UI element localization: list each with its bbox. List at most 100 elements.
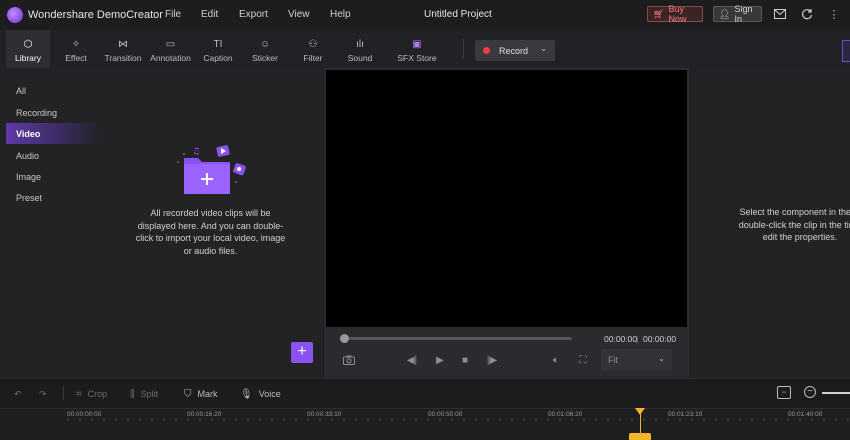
camera-icon[interactable] <box>342 353 356 367</box>
library-empty-line: or audio files. <box>183 245 238 256</box>
menu-file[interactable]: File <box>165 9 181 20</box>
library-sidebar: All Recording Video Audio Image Preset <box>0 68 100 378</box>
tab-annotation[interactable]: ▭ Annotation <box>148 30 193 68</box>
preview-scrubber[interactable] <box>342 337 572 340</box>
speech-bubble-icon: ▭ <box>165 39 176 50</box>
title-bar: Wondershare DemoCreator File Edit Export… <box>0 0 850 30</box>
buy-now-label: Buy Now <box>668 4 687 24</box>
text-icon: TI <box>213 39 223 50</box>
fullscreen-icon[interactable]: ⛶ <box>576 353 590 367</box>
stop-icon[interactable]: ■ <box>458 353 472 367</box>
sidebar-item-recording[interactable]: Recording <box>0 102 100 123</box>
crop-button[interactable]: ⌗ Crop <box>76 387 107 401</box>
properties-hint-line: edit the properties. <box>762 232 838 242</box>
library-empty-line: displayed here. And you can double- <box>137 220 284 231</box>
mark-label: Mark <box>197 389 218 399</box>
more-options-icon[interactable]: ⋮ <box>827 7 841 21</box>
sync-icon[interactable] <box>800 7 814 21</box>
undo-icon[interactable]: ↶ <box>14 387 22 401</box>
properties-hint-line: double-click the clip in the time <box>738 219 850 230</box>
properties-hint: Select the component in the pl double-cl… <box>715 206 850 244</box>
microphone-icon: 🎙︎ <box>240 388 253 400</box>
bowtie-icon: ⋈ <box>118 39 128 50</box>
sidebar-item-video[interactable]: Video <box>6 123 100 144</box>
cart-icon: 🛒︎ <box>653 8 665 19</box>
next-frame-icon[interactable]: |▶︎ <box>485 353 499 367</box>
tab-sound[interactable]: ılı Sound <box>343 30 377 68</box>
toolbar-divider <box>463 39 464 59</box>
zoom-slider[interactable] <box>822 392 850 394</box>
ruler-label: 00:01:40:00 <box>788 411 823 418</box>
split-icon: ⫼ <box>130 388 135 400</box>
mail-icon[interactable] <box>773 7 787 21</box>
library-empty-message: All recorded video clips will be display… <box>128 207 293 257</box>
menu-help[interactable]: Help <box>330 9 351 20</box>
ruler-label: 00:00:50:00 <box>428 411 463 418</box>
library-empty-line: click to import your local video, image <box>135 233 286 243</box>
export-edge-button[interactable] <box>842 40 850 62</box>
menu-edit[interactable]: Edit <box>201 9 218 20</box>
fit-select[interactable]: Fit ⌄ <box>601 349 672 370</box>
timeline-toolbar <box>0 378 850 408</box>
voice-label: Voice <box>258 389 281 399</box>
volume-icon[interactable]: 🔈︎ <box>549 353 563 367</box>
tab-library-label: Library <box>15 53 41 63</box>
zoom-out-icon[interactable]: − <box>804 386 816 398</box>
chevron-down-icon[interactable]: ⌄ <box>540 44 547 53</box>
timeline-ruler[interactable] <box>0 408 850 440</box>
voice-button[interactable]: 🎙︎ Voice <box>240 387 281 401</box>
timeline-divider <box>63 386 64 400</box>
library-empty-line: All recorded video clips will be <box>150 208 271 218</box>
tab-sticker-label: Sticker <box>252 53 278 63</box>
menu-view[interactable]: View <box>288 9 310 20</box>
tab-caption-label: Caption <box>203 53 233 63</box>
app-name: Wondershare DemoCreator <box>28 9 163 21</box>
tab-sticker[interactable]: ☺ Sticker <box>246 30 284 68</box>
tab-sfx-store[interactable]: ▣ SFX Store <box>397 30 437 68</box>
smiley-icon: ☺ <box>259 39 271 50</box>
sound-wave-icon: ılı <box>356 39 364 50</box>
redo-icon[interactable]: ↷ <box>39 387 47 401</box>
tab-effect[interactable]: ✧ Effect <box>55 30 97 68</box>
sidebar-item-audio[interactable]: Audio <box>0 145 100 166</box>
total-time: 00:00:00 <box>643 334 677 344</box>
tab-transition-label: Transition <box>104 53 142 63</box>
preview-canvas[interactable] <box>326 70 687 327</box>
tab-sfx-store-label: SFX Store <box>397 53 437 63</box>
play-icon[interactable]: ▶︎ <box>433 353 447 367</box>
sidebar-item-image[interactable]: Image <box>0 166 100 187</box>
tab-transition[interactable]: ⋈ Transition <box>103 30 143 68</box>
cube-icon: ⬡ <box>23 39 33 50</box>
fit-select-value: Fit <box>608 354 618 365</box>
split-button[interactable]: ⫼ Split <box>130 387 158 401</box>
ruler-label: 00:00:16:20 <box>187 411 222 418</box>
properties-hint-line: Select the component in the pl <box>739 207 850 217</box>
zoom-fit-icon[interactable]: ⇔ <box>777 386 791 399</box>
user-icon: 👤︎ <box>719 8 731 19</box>
empty-folder-icon: ♫ <box>177 145 246 194</box>
previous-frame-icon[interactable]: ◀︎| <box>405 353 419 367</box>
record-button[interactable]: Record ⌄ <box>475 40 555 61</box>
scrubber-handle[interactable] <box>340 334 349 343</box>
ruler-label: 00:01:06:20 <box>548 411 583 418</box>
sign-in-label: Sign In <box>734 4 753 24</box>
main-toolbar: ⬡ Library ✧ Effect ⋈ Transition ▭ Annota… <box>0 30 850 68</box>
mark-button[interactable]: ⛉ Mark <box>184 387 218 401</box>
sign-in-button[interactable]: 👤︎ Sign In <box>713 4 762 24</box>
sidebar-item-preset[interactable]: Preset <box>0 187 100 208</box>
crop-label: Crop <box>87 389 108 399</box>
add-media-button[interactable]: + <box>291 342 313 363</box>
app-logo-icon <box>7 7 23 23</box>
magic-wand-icon: ✧ <box>71 39 81 50</box>
tab-filter[interactable]: ⚇ Filter <box>296 30 330 68</box>
ruler-label: 00:00:00:00 <box>67 411 102 418</box>
tab-filter-label: Filter <box>303 53 323 63</box>
sidebar-item-all[interactable]: All <box>0 80 100 101</box>
chevron-down-icon: ⌄ <box>658 354 665 363</box>
split-label: Split <box>140 389 159 399</box>
tab-library[interactable]: ⬡ Library <box>6 30 50 68</box>
menu-export[interactable]: Export <box>239 9 268 20</box>
playhead-time-tag[interactable] <box>629 433 651 440</box>
tab-caption[interactable]: TI Caption <box>199 30 237 68</box>
buy-now-button[interactable]: 🛒︎ Buy Now <box>647 4 703 24</box>
